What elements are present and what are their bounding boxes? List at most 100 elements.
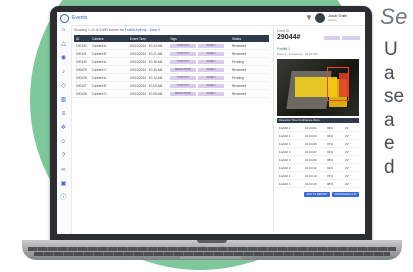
list-item[interactable]: Forklift 2 10:24:07 94% Z2 <box>277 148 359 156</box>
event-name: Forklift 1 <box>279 141 291 146</box>
tag-badge: FORKLIFT <box>170 83 196 88</box>
filter-icon[interactable]: ▼ <box>305 13 313 22</box>
event-zone: Z2 <box>345 157 349 162</box>
cell-tags: FORKLIFT ZONE 2 <box>170 83 232 88</box>
event-name: Forklift 1 <box>279 181 291 186</box>
tag-badge: PEDESTRIAN <box>170 91 196 96</box>
marketing-line: U <box>384 39 398 60</box>
camera-feed[interactable] <box>277 59 359 116</box>
list-item[interactable]: Forklift 1 10:24:03 96% Z2 <box>277 132 359 140</box>
table-row[interactable]: 100428 Camera A 02/14/2024 · 10:12 AM FO… <box>74 74 269 82</box>
cell-id: 100429 <box>76 67 87 72</box>
event-name: Forklift 2 <box>279 157 291 162</box>
event-confidence: 95% <box>327 157 334 162</box>
event-confidence: 96% <box>327 133 334 138</box>
cell-camera: Camera A <box>92 43 107 48</box>
table-row[interactable]: 100430 Camera A 02/14/2024 · 10:18 AM FO… <box>74 58 269 66</box>
table-info: Showing 1-12 of 5,680 events for Forklif… <box>74 28 269 35</box>
detail-tag-button[interactable] <box>342 36 360 40</box>
detail-value: 29044# <box>277 34 301 41</box>
marketing-body: U a se a e d <box>384 38 413 179</box>
download-clip-button[interactable]: DOWNLOAD CLIP <box>332 192 359 197</box>
marketing-line: a <box>384 62 395 84</box>
event-name: Forklift 2 <box>279 165 291 170</box>
tag-badge: ZONE 2 <box>198 51 224 56</box>
column-header[interactable]: Camera <box>92 37 130 41</box>
list-item[interactable]: Forklift 2 10:24:09 95% Z2 <box>277 156 359 164</box>
alert-icon[interactable]: △ <box>60 41 67 48</box>
marketing-headline: Se <box>380 4 408 29</box>
marketing-line: se <box>384 86 405 107</box>
link-icon[interactable]: ∞ <box>60 167 67 174</box>
cell-time: 02/14/2024 · 10:24 AM <box>130 43 163 48</box>
cell-id: 100430 <box>76 59 87 64</box>
keyboard-row <box>28 247 396 251</box>
home-icon[interactable]: ⌂ <box>60 27 67 34</box>
help-icon[interactable]: ? <box>60 153 67 160</box>
lock-icon[interactable]: ▣ <box>60 181 67 188</box>
event-time: 10:24:09 <box>305 157 317 162</box>
list-item[interactable]: Forklift 1 10:24:01 98% Z2 <box>277 124 359 132</box>
app-logo-icon[interactable] <box>60 14 69 23</box>
table-row[interactable]: 100427 Camera B 02/14/2024 · 10:09 AM FO… <box>74 82 269 90</box>
cell-id: 100432 <box>76 43 87 48</box>
list-item[interactable]: Forklift 1 10:24:15 98% Z2 <box>277 180 359 188</box>
cell-time: 02/14/2024 · 10:05 AM <box>130 91 163 96</box>
event-confidence: 98% <box>327 181 334 186</box>
table-row[interactable]: 100432 Camera A 02/14/2024 · 10:24 AM FO… <box>74 42 269 50</box>
cell-camera: Camera C <box>92 67 107 72</box>
event-confidence: 97% <box>327 141 334 146</box>
users-icon[interactable]: ☺ <box>60 139 67 146</box>
event-name: Forklift 1 <box>279 125 291 130</box>
app-header: Events ▼ Jacob Smith Admin <box>57 12 365 26</box>
tag-badge: ZONE 1 <box>198 59 224 64</box>
add-to-report-button[interactable]: ADD TO REPORT <box>304 192 330 197</box>
cell-status: Pending <box>232 59 244 64</box>
list-icon[interactable]: ≡ <box>60 111 67 118</box>
marketing-line: d <box>384 156 395 178</box>
column-header[interactable]: Status <box>232 37 269 41</box>
table-row[interactable]: 100426 Camera D 02/14/2024 · 10:05 AM PE… <box>74 90 269 98</box>
tag-badge: PEDESTRIAN <box>170 67 196 72</box>
table-row[interactable]: 100429 Camera C 02/14/2024 · 10:15 AM PE… <box>74 66 269 74</box>
event-list-header: Detection Time Confidence Zone <box>277 118 359 123</box>
column-header[interactable]: Tags <box>170 37 232 41</box>
info-icon[interactable]: ⓘ <box>60 195 67 202</box>
marketing-line: a <box>384 109 395 131</box>
tag-badge: FORKLIFT <box>170 59 196 64</box>
tag-badge: ZONE 3 <box>198 75 224 80</box>
bounding-box <box>327 67 349 101</box>
cell-time: 02/14/2024 · 10:21 AM <box>130 51 163 56</box>
cell-time: 02/14/2024 · 10:09 AM <box>130 83 163 88</box>
tag-badge: FORKLIFT <box>170 51 196 56</box>
events-table: Showing 1-12 of 5,680 events for Forklif… <box>74 28 269 98</box>
bell-icon[interactable]: ♪ <box>60 69 67 76</box>
user-role: Admin <box>328 18 337 22</box>
list-item[interactable]: Forklift 1 10:24:05 97% Z2 <box>277 140 359 148</box>
table-row[interactable]: 100431 Camera B 02/14/2024 · 10:21 AM FO… <box>74 50 269 58</box>
table-info-filter[interactable]: Forklift Activity · Zone 2 <box>125 28 160 32</box>
chart-icon[interactable]: ▥ <box>60 97 67 104</box>
column-header[interactable]: ID <box>74 37 92 41</box>
event-zone: Z2 <box>345 173 349 178</box>
event-zone: Z2 <box>345 181 349 186</box>
column-header[interactable]: Event Time <box>130 37 170 41</box>
list-item[interactable]: Forklift 2 10:24:11 93% Z2 <box>277 164 359 172</box>
table-info-prefix: Showing 1-12 of 5,680 events for <box>74 28 125 32</box>
detail-subtitle: Forklift 1 <box>277 47 290 51</box>
cell-status: Reviewed <box>232 67 246 72</box>
detail-panel: Event ID 29044# Forklift 1 Zone 2 · Came… <box>273 26 364 232</box>
detail-tag-button[interactable] <box>324 36 340 40</box>
event-name: Forklift 2 <box>279 149 291 154</box>
map-icon[interactable]: ◇ <box>60 83 67 90</box>
cell-camera: Camera A <box>92 75 107 80</box>
event-name: Forklift 1 <box>279 173 291 178</box>
cell-status: Reviewed <box>232 51 246 56</box>
cell-camera: Camera D <box>92 91 107 96</box>
settings-icon[interactable]: ✲ <box>60 125 67 132</box>
avatar[interactable] <box>315 13 325 23</box>
cell-time: 02/14/2024 · 10:12 AM <box>130 75 163 80</box>
list-item[interactable]: Forklift 1 10:24:13 97% Z2 <box>277 172 359 180</box>
camera-icon[interactable]: ◉ <box>60 55 67 62</box>
sidebar: ⌂ △ ◉ ♪ ◇ ▥ ≡ ✲ ☺ ? ∞ ▣ ⓘ <box>57 25 72 234</box>
